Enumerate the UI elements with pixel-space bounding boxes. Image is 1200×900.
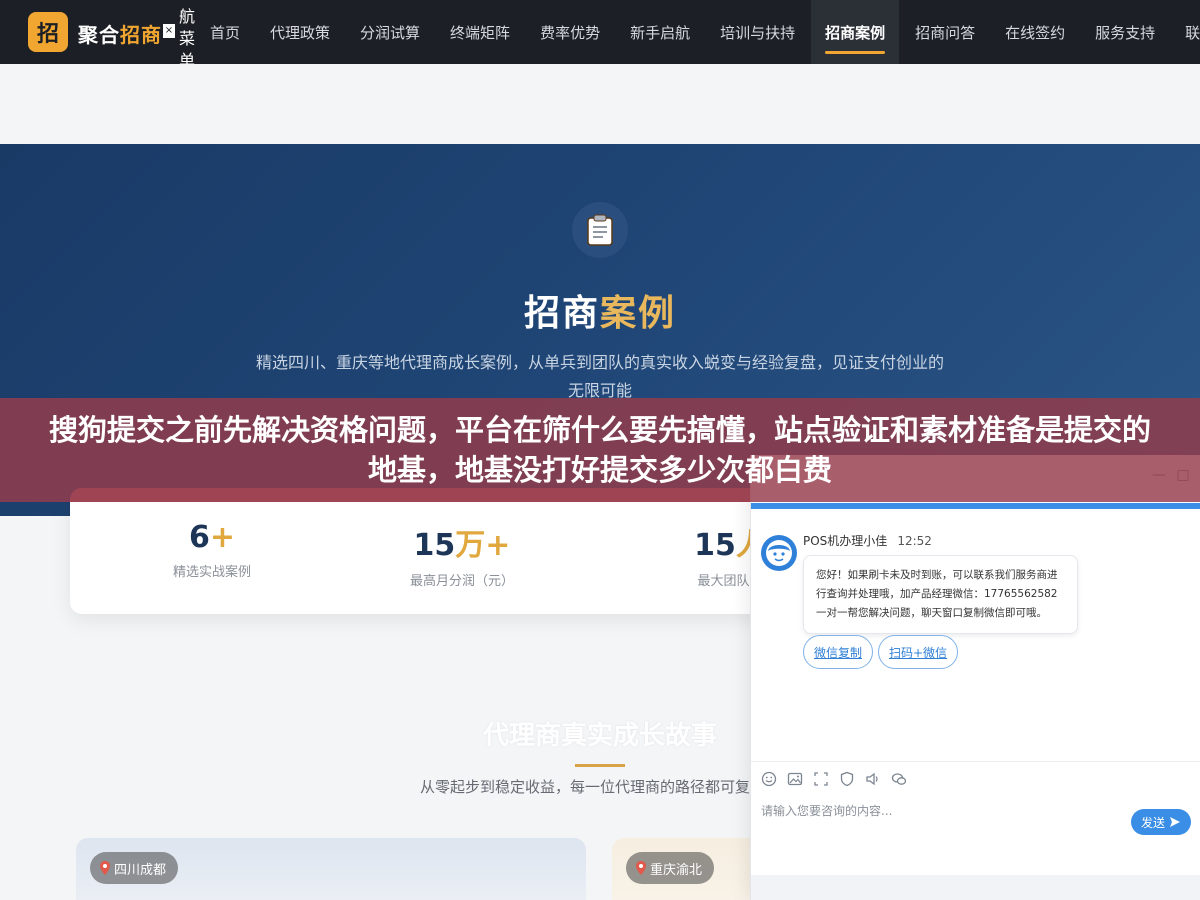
stat-cases: 6+ 精选实战案例: [72, 520, 352, 580]
logo-text[interactable]: 聚合招商: [78, 19, 162, 48]
send-button-label: 发送: [1140, 815, 1165, 830]
agent-avatar: [761, 535, 797, 571]
stat-value: 6+: [72, 520, 352, 555]
screenshot-icon[interactable]: [813, 771, 829, 787]
stories-title-underline: [575, 764, 625, 767]
stat-label: 精选实战案例: [172, 565, 251, 580]
top-nav: 招 聚合招商 × 航菜单 首页 代理政策 分润试算 终端矩阵 费率优势 新手启航…: [0, 0, 1200, 64]
menu-toggle-button[interactable]: 航菜单: [178, 6, 196, 64]
logo-text-main: 聚合: [78, 23, 120, 47]
nav-items: 首页 代理政策 分润试算 终端矩阵 费率优势 新手启航 培训与扶持 招商案例 招…: [196, 0, 1200, 64]
page-title: 招商案例: [0, 284, 1200, 336]
sound-icon[interactable]: [865, 771, 881, 787]
image-icon[interactable]: [787, 771, 803, 787]
nav-item-beginner-start[interactable]: 新手启航: [616, 0, 704, 64]
copy-wechat-button[interactable]: 微信复制: [803, 635, 874, 669]
close-icon[interactable]: ×: [163, 24, 175, 38]
chat-widget: — □ POS机办理小佳12:52 您好！如果刷卡未及时到账，可以联系我们服务商…: [750, 455, 1200, 900]
sender-name: POS机办理小佳: [803, 534, 888, 548]
location-tag-label: 重庆渝北: [650, 862, 703, 878]
nav-item-profit-calc[interactable]: 分润试算: [346, 0, 434, 64]
stat-max-profit: 15万+ 最高月分润（元）: [322, 520, 602, 589]
stories-title-text: 代理商真实成长故事: [482, 721, 717, 751]
logo-badge[interactable]: 招: [28, 12, 68, 52]
nav-item-home[interactable]: 首页: [196, 0, 254, 64]
emoji-icon[interactable]: [761, 771, 777, 787]
stat-suffix: +: [209, 520, 235, 555]
nav-item-service-support[interactable]: 服务支持: [1081, 0, 1169, 64]
nav-item-rate-advantage[interactable]: 费率优势: [526, 0, 614, 64]
chat-footer: [751, 875, 1200, 900]
chat-message-input[interactable]: [761, 800, 1121, 822]
pin-icon: [636, 861, 646, 875]
location-tag: 重庆渝北: [626, 852, 715, 884]
agent-avatar-icon: [766, 540, 792, 566]
nav-item-agent-policy[interactable]: 代理政策: [256, 0, 344, 64]
chat-divider: [751, 761, 1200, 762]
nav-item-training[interactable]: 培训与扶持: [706, 0, 809, 64]
location-tag-label: 四川成都: [114, 862, 167, 878]
pin-icon: [100, 861, 110, 875]
stat-number: 6: [188, 520, 210, 555]
nav-item-online-sign[interactable]: 在线签约: [991, 0, 1079, 64]
page-title-accent: 案例: [600, 293, 677, 334]
stat-label: 最高月分润（元）: [409, 574, 514, 589]
send-button[interactable]: 发送: [1131, 809, 1191, 835]
chat-toolbar: [761, 771, 907, 787]
headline-banner: 搜狗提交之前先解决资格问题，平台在筛什么要先搞懂，站点验证和素材准备是提交的地基…: [0, 398, 1200, 502]
location-tag: 四川成都: [90, 852, 179, 884]
wechat-icon[interactable]: [891, 771, 907, 787]
nav-item-cases[interactable]: 招商案例: [811, 0, 900, 64]
stat-number: 15: [694, 528, 736, 563]
chat-header-bar: [751, 503, 1200, 509]
message-time: 12:52: [897, 534, 932, 548]
hero-description: 精选四川、重庆等地代理商成长案例，从单兵到团队的真实收入蜕变与经验复盘，见证支付…: [255, 353, 944, 400]
clipboard-icon-svg: [587, 214, 613, 246]
story-card-chengdu[interactable]: 四川成都: [76, 838, 586, 900]
nav-item-faq[interactable]: 招商问答: [901, 0, 989, 64]
stat-unit: 万: [455, 528, 486, 563]
clipboard-icon: [572, 202, 628, 258]
logo-text-accent: 招商: [120, 23, 162, 47]
shield-icon[interactable]: [839, 771, 855, 787]
chat-sender: POS机办理小佳 12:52: [803, 532, 932, 549]
chat-message-bubble: 您好！如果刷卡未及时到账，可以联系我们服务商进行查询并处理哦，加产品经理微信：1…: [803, 555, 1078, 634]
headline-banner-text: 搜狗提交之前先解决资格问题，平台在筛什么要先搞懂，站点验证和素材准备是提交的地基…: [48, 413, 1151, 487]
stat-value: 15万+: [322, 520, 602, 564]
stat-number: 15: [413, 528, 456, 563]
nav-item-terminal-matrix[interactable]: 终端矩阵: [436, 0, 524, 64]
stat-suffix: +: [485, 528, 511, 563]
page-title-main: 招商: [523, 293, 600, 334]
scan-wechat-button[interactable]: 扫码+微信: [878, 635, 959, 669]
nav-item-contact[interactable]: 联系: [1171, 0, 1200, 64]
send-icon: [1170, 817, 1180, 827]
